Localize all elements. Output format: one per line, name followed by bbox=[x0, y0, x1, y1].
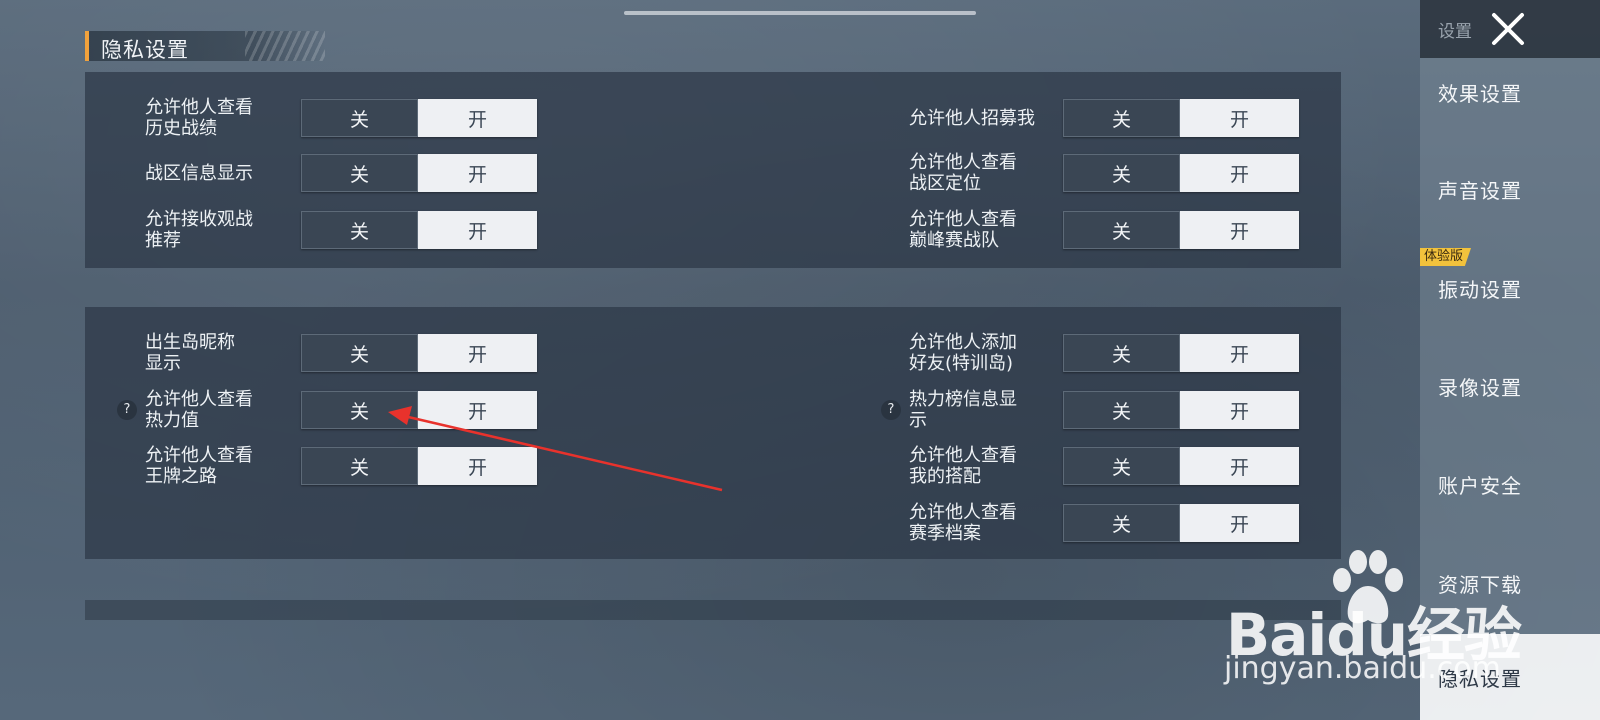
setting-label: 允许他人招募我 bbox=[909, 107, 1035, 129]
toggle-off-button[interactable]: 关 bbox=[1063, 504, 1180, 542]
sidebar-item-recording[interactable]: 录像设置 bbox=[1420, 338, 1600, 434]
setting-toggle[interactable]: 关 开 bbox=[301, 99, 537, 137]
privacy-panel-2: 出生岛昵称 显示 关 开 ? 允许他人查看 热力值 关 开 允许他人查看 王牌之… bbox=[85, 307, 1341, 559]
setting-toggle[interactable]: 关 开 bbox=[1063, 334, 1299, 372]
toggle-on-button[interactable]: 开 bbox=[418, 99, 537, 137]
toggle-on-button[interactable]: 开 bbox=[418, 211, 537, 249]
toggle-on-button[interactable]: 开 bbox=[1180, 211, 1299, 249]
drag-handle[interactable] bbox=[624, 11, 976, 15]
sidebar-item-privacy[interactable]: 隐私设置 bbox=[1420, 634, 1600, 720]
setting-label: 允许接收观战 推荐 bbox=[145, 209, 253, 251]
setting-toggle[interactable]: 关 开 bbox=[1063, 211, 1299, 249]
setting-toggle[interactable]: 关 开 bbox=[301, 154, 537, 192]
toggle-off-button[interactable]: 关 bbox=[301, 334, 418, 372]
toggle-off-button[interactable]: 关 bbox=[301, 154, 418, 192]
toggle-off-button[interactable]: 关 bbox=[301, 211, 418, 249]
help-icon[interactable]: ? bbox=[881, 400, 901, 420]
close-icon[interactable] bbox=[1488, 10, 1528, 48]
setting-toggle[interactable]: 关 开 bbox=[1063, 154, 1299, 192]
header-stripes bbox=[245, 31, 325, 61]
toggle-off-button[interactable]: 关 bbox=[301, 447, 418, 485]
toggle-on-button[interactable]: 开 bbox=[1180, 334, 1299, 372]
setting-toggle[interactable]: 关 开 bbox=[301, 447, 537, 485]
setting-label: 热力榜信息显 示 bbox=[909, 389, 1017, 431]
settings-sidebar: 设置 效果设置 声音设置 体验版 振动设置 录像设置 账户安全 资源下载 隐私设… bbox=[1420, 0, 1600, 720]
privacy-panel-1: 允许他人查看 历史战绩 关 开 战区信息显示 关 开 允许接收观战 推荐 关 开… bbox=[85, 72, 1341, 268]
setting-toggle[interactable]: 关 开 bbox=[1063, 391, 1299, 429]
setting-label: 允许他人查看 战区定位 bbox=[909, 152, 1017, 194]
setting-toggle[interactable]: 关 开 bbox=[1063, 504, 1299, 542]
toggle-on-button[interactable]: 开 bbox=[1180, 391, 1299, 429]
setting-toggle[interactable]: 关 开 bbox=[301, 334, 537, 372]
toggle-on-button[interactable]: 开 bbox=[418, 391, 537, 429]
toggle-on-button[interactable]: 开 bbox=[1180, 99, 1299, 137]
setting-toggle[interactable]: 关 开 bbox=[301, 211, 537, 249]
section-title: 隐私设置 bbox=[101, 38, 189, 62]
setting-label: 允许他人查看 巅峰赛战队 bbox=[909, 209, 1017, 251]
toggle-off-button[interactable]: 关 bbox=[1063, 154, 1180, 192]
sidebar-item-account-security[interactable]: 账户安全 bbox=[1420, 436, 1600, 532]
toggle-on-button[interactable]: 开 bbox=[1180, 447, 1299, 485]
sidebar-item-effects[interactable]: 效果设置 bbox=[1420, 44, 1600, 140]
setting-toggle[interactable]: 关 开 bbox=[1063, 447, 1299, 485]
help-icon[interactable]: ? bbox=[117, 400, 137, 420]
toggle-on-button[interactable]: 开 bbox=[418, 447, 537, 485]
bottom-bar bbox=[85, 600, 1341, 620]
setting-label: 允许他人查看 我的搭配 bbox=[909, 445, 1017, 487]
toggle-on-button[interactable]: 开 bbox=[1180, 504, 1299, 542]
setting-label: 允许他人查看 热力值 bbox=[145, 389, 253, 431]
toggle-off-button[interactable]: 关 bbox=[1063, 447, 1180, 485]
setting-label: 出生岛昵称 显示 bbox=[145, 332, 235, 374]
toggle-off-button[interactable]: 关 bbox=[301, 391, 418, 429]
section-header: 隐私设置 bbox=[85, 31, 325, 62]
setting-label: 允许他人查看 王牌之路 bbox=[145, 445, 253, 487]
toggle-off-button[interactable]: 关 bbox=[1063, 99, 1180, 137]
toggle-on-button[interactable]: 开 bbox=[418, 334, 537, 372]
toggle-on-button[interactable]: 开 bbox=[418, 154, 537, 192]
sidebar-item-vibration[interactable]: 振动设置 bbox=[1420, 240, 1600, 336]
toggle-off-button[interactable]: 关 bbox=[1063, 391, 1180, 429]
setting-toggle[interactable]: 关 开 bbox=[301, 391, 537, 429]
setting-label: 允许他人查看 赛季档案 bbox=[909, 502, 1017, 544]
toggle-off-button[interactable]: 关 bbox=[301, 99, 418, 137]
sidebar-item-sound[interactable]: 声音设置 bbox=[1420, 141, 1600, 237]
setting-label: 允许他人添加 好友(特训岛) bbox=[909, 332, 1017, 374]
toggle-off-button[interactable]: 关 bbox=[1063, 211, 1180, 249]
toggle-off-button[interactable]: 关 bbox=[1063, 334, 1180, 372]
setting-label: 战区信息显示 bbox=[145, 162, 253, 184]
setting-label: 允许他人查看 历史战绩 bbox=[145, 97, 253, 139]
sidebar-title: 设置 bbox=[1438, 22, 1472, 42]
sidebar-item-resource-download[interactable]: 资源下载 bbox=[1420, 535, 1600, 631]
setting-toggle[interactable]: 关 开 bbox=[1063, 99, 1299, 137]
toggle-on-button[interactable]: 开 bbox=[1180, 154, 1299, 192]
